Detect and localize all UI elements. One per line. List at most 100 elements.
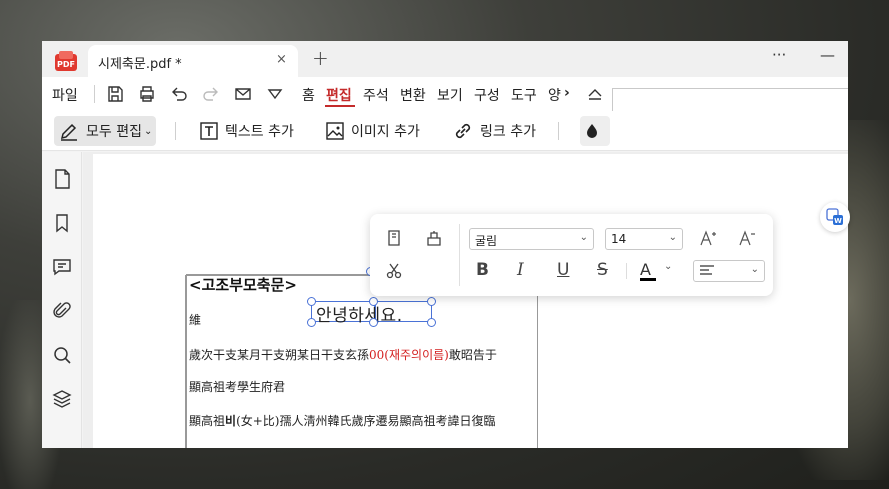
translate-icon: W	[826, 208, 843, 225]
add-image-button[interactable]: 이미지 추가	[325, 116, 420, 146]
doc-text: (女+比)孺人淸州韓氏歲序遷易顯高祖考諱日復臨	[236, 414, 496, 428]
edit-pen-icon	[60, 123, 77, 141]
menu-more-truncated[interactable]: 양	[548, 85, 561, 105]
divider	[626, 263, 627, 279]
doc-line-1[interactable]: 維	[189, 311, 201, 328]
edit-all-label: 모두 편집	[86, 124, 142, 140]
doc-line-2[interactable]: 歲次干支某月干支朔某日干支玄孫00(재주의이름)敢昭告于	[189, 346, 497, 363]
underline-button[interactable]: U	[557, 260, 569, 280]
doc-text: 비	[225, 414, 237, 428]
layers-icon[interactable]	[51, 388, 73, 410]
strikethrough-button[interactable]: S	[597, 260, 608, 280]
doc-heading[interactable]: <고조부모축문>	[189, 274, 297, 295]
translate-badge[interactable]: W	[820, 202, 850, 232]
left-sidebar	[42, 152, 82, 448]
bold-button[interactable]: B	[476, 260, 489, 280]
pdf-app-logo-icon: PDF	[55, 51, 77, 71]
italic-button[interactable]: I	[517, 260, 524, 280]
divider	[459, 224, 460, 286]
divider	[175, 122, 176, 140]
add-text-button[interactable]: 텍스트 추가	[199, 116, 294, 146]
font-color-button[interactable]: A ⌄	[640, 258, 674, 284]
add-text-label: 텍스트 추가	[225, 124, 294, 140]
font-size-select[interactable]: 14 ⌄	[605, 228, 683, 250]
watermark-button[interactable]	[580, 116, 610, 146]
font-family-select[interactable]: 굴림 ⌄	[469, 228, 594, 250]
menu-organize[interactable]: 구성	[474, 85, 500, 105]
decrease-font-size-icon[interactable]	[738, 229, 756, 247]
cut-icon[interactable]	[385, 262, 403, 280]
add-image-label: 이미지 추가	[351, 124, 420, 140]
svg-text:W: W	[834, 217, 842, 225]
collapse-ribbon-icon[interactable]	[585, 84, 605, 104]
document-view	[83, 152, 848, 448]
print-icon[interactable]	[137, 84, 157, 104]
tab-title: 시제축문.pdf *	[98, 57, 182, 72]
svg-text:PDF: PDF	[57, 60, 75, 69]
edit-all-button[interactable]: 모두 편집 ⌄	[54, 116, 157, 146]
frame-top-edge	[185, 275, 370, 276]
text-box-icon	[200, 122, 218, 140]
pdf-page[interactable]	[93, 154, 848, 448]
menu-convert[interactable]: 변환	[400, 85, 426, 105]
tab-bar: PDF 시제축문.pdf * × + ··· —	[42, 41, 848, 77]
menu-comment[interactable]: 주석	[363, 85, 389, 105]
font-size-value: 14	[611, 232, 627, 246]
menu-tools[interactable]: 도구	[511, 85, 537, 105]
doc-text: 歲次干支某月干支朔某日干支玄孫	[189, 348, 370, 362]
link-icon	[455, 123, 471, 139]
doc-text: 顯高祖	[189, 414, 226, 428]
undo-icon[interactable]	[169, 84, 189, 104]
resize-handle[interactable]	[369, 297, 378, 306]
resize-handle[interactable]	[307, 318, 316, 327]
frame-right-edge	[537, 275, 538, 448]
menu-view[interactable]: 보기	[437, 85, 463, 105]
dropdown-triangle-icon[interactable]	[265, 84, 285, 104]
more-options-icon[interactable]: ···	[772, 46, 786, 64]
doc-line-3[interactable]: 顯高祖考學生府君	[189, 378, 285, 395]
redo-icon[interactable]	[201, 84, 221, 104]
text-align-select[interactable]: ⌄	[693, 260, 765, 282]
tab-close-icon[interactable]: ×	[276, 52, 287, 67]
search-icon[interactable]	[51, 344, 73, 366]
chevron-down-icon: ⌄	[750, 264, 759, 275]
menu-edit[interactable]: 편집	[326, 85, 352, 105]
editing-text[interactable]: 안녕하세요.	[316, 301, 403, 326]
edit-toolbar: 모두 편집 ⌄ 텍스트 추가 이미지 추가 링크 추가	[42, 111, 848, 151]
doc-red-text: 00(재주의이름)	[369, 348, 449, 362]
resize-handle[interactable]	[427, 297, 436, 306]
bookmark-icon[interactable]	[51, 212, 73, 234]
format-painter-icon[interactable]	[424, 228, 444, 248]
menu-home[interactable]: 홈	[302, 85, 315, 105]
document-tab[interactable]: 시제축문.pdf * ×	[88, 45, 298, 77]
menu-file[interactable]: 파일	[52, 85, 78, 105]
add-link-label: 링크 추가	[480, 124, 536, 140]
font-color-swatch	[640, 278, 656, 281]
save-icon[interactable]	[105, 84, 125, 104]
resize-handle[interactable]	[307, 297, 316, 306]
chevron-down-icon: ⌄	[579, 232, 588, 243]
doc-text: 敢昭告于	[448, 348, 497, 362]
resize-handle[interactable]	[369, 318, 378, 327]
mail-icon[interactable]	[233, 84, 253, 104]
doc-line-4[interactable]: 顯高祖비(女+比)孺人淸州韓氏歲序遷易顯高祖考諱日復臨	[189, 412, 495, 429]
page-thumbnail-icon[interactable]	[51, 168, 73, 190]
frame-left-edge	[185, 275, 186, 448]
increase-font-size-icon[interactable]	[699, 229, 717, 247]
font-family-value: 굴림	[475, 234, 498, 248]
resize-handle[interactable]	[427, 318, 436, 327]
menu-scroll-right-icon[interactable]: ›	[564, 85, 570, 101]
attachment-icon[interactable]	[51, 300, 73, 322]
new-tab-icon[interactable]: +	[312, 46, 329, 70]
align-left-icon	[700, 265, 714, 275]
chevron-down-icon: ⌄	[664, 261, 673, 272]
add-link-button[interactable]: 링크 추가	[452, 116, 536, 146]
copy-format-icon[interactable]	[385, 229, 403, 247]
chevron-down-icon: ⌄	[668, 232, 677, 243]
chevron-down-icon: ⌄	[143, 125, 153, 137]
watermark-drop-icon	[587, 124, 597, 138]
minimize-icon[interactable]: —	[820, 46, 835, 64]
active-menu-indicator	[325, 105, 355, 107]
comment-icon[interactable]	[51, 256, 73, 278]
divider	[94, 85, 95, 103]
